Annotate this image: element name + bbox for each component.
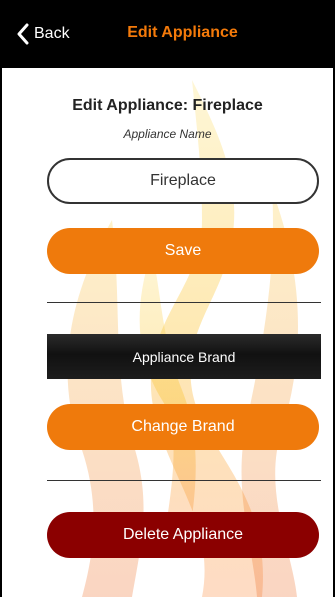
divider xyxy=(47,302,321,303)
delete-appliance-button[interactable]: Delete Appliance xyxy=(47,512,319,558)
edit-form: Edit Appliance: Fireplace Appliance Name… xyxy=(2,0,333,597)
appliance-name-input[interactable] xyxy=(47,158,319,204)
page-title: Edit Appliance: Fireplace xyxy=(72,97,263,114)
divider xyxy=(47,480,321,481)
change-brand-button[interactable]: Change Brand xyxy=(47,404,319,450)
edit-appliance-screen: Back Edit Appliance Edit Appliance: Fire… xyxy=(0,0,335,597)
appliance-brand-header: Appliance Brand xyxy=(47,334,321,379)
save-button[interactable]: Save xyxy=(47,228,319,274)
appliance-name-label: Appliance Name xyxy=(123,127,212,141)
